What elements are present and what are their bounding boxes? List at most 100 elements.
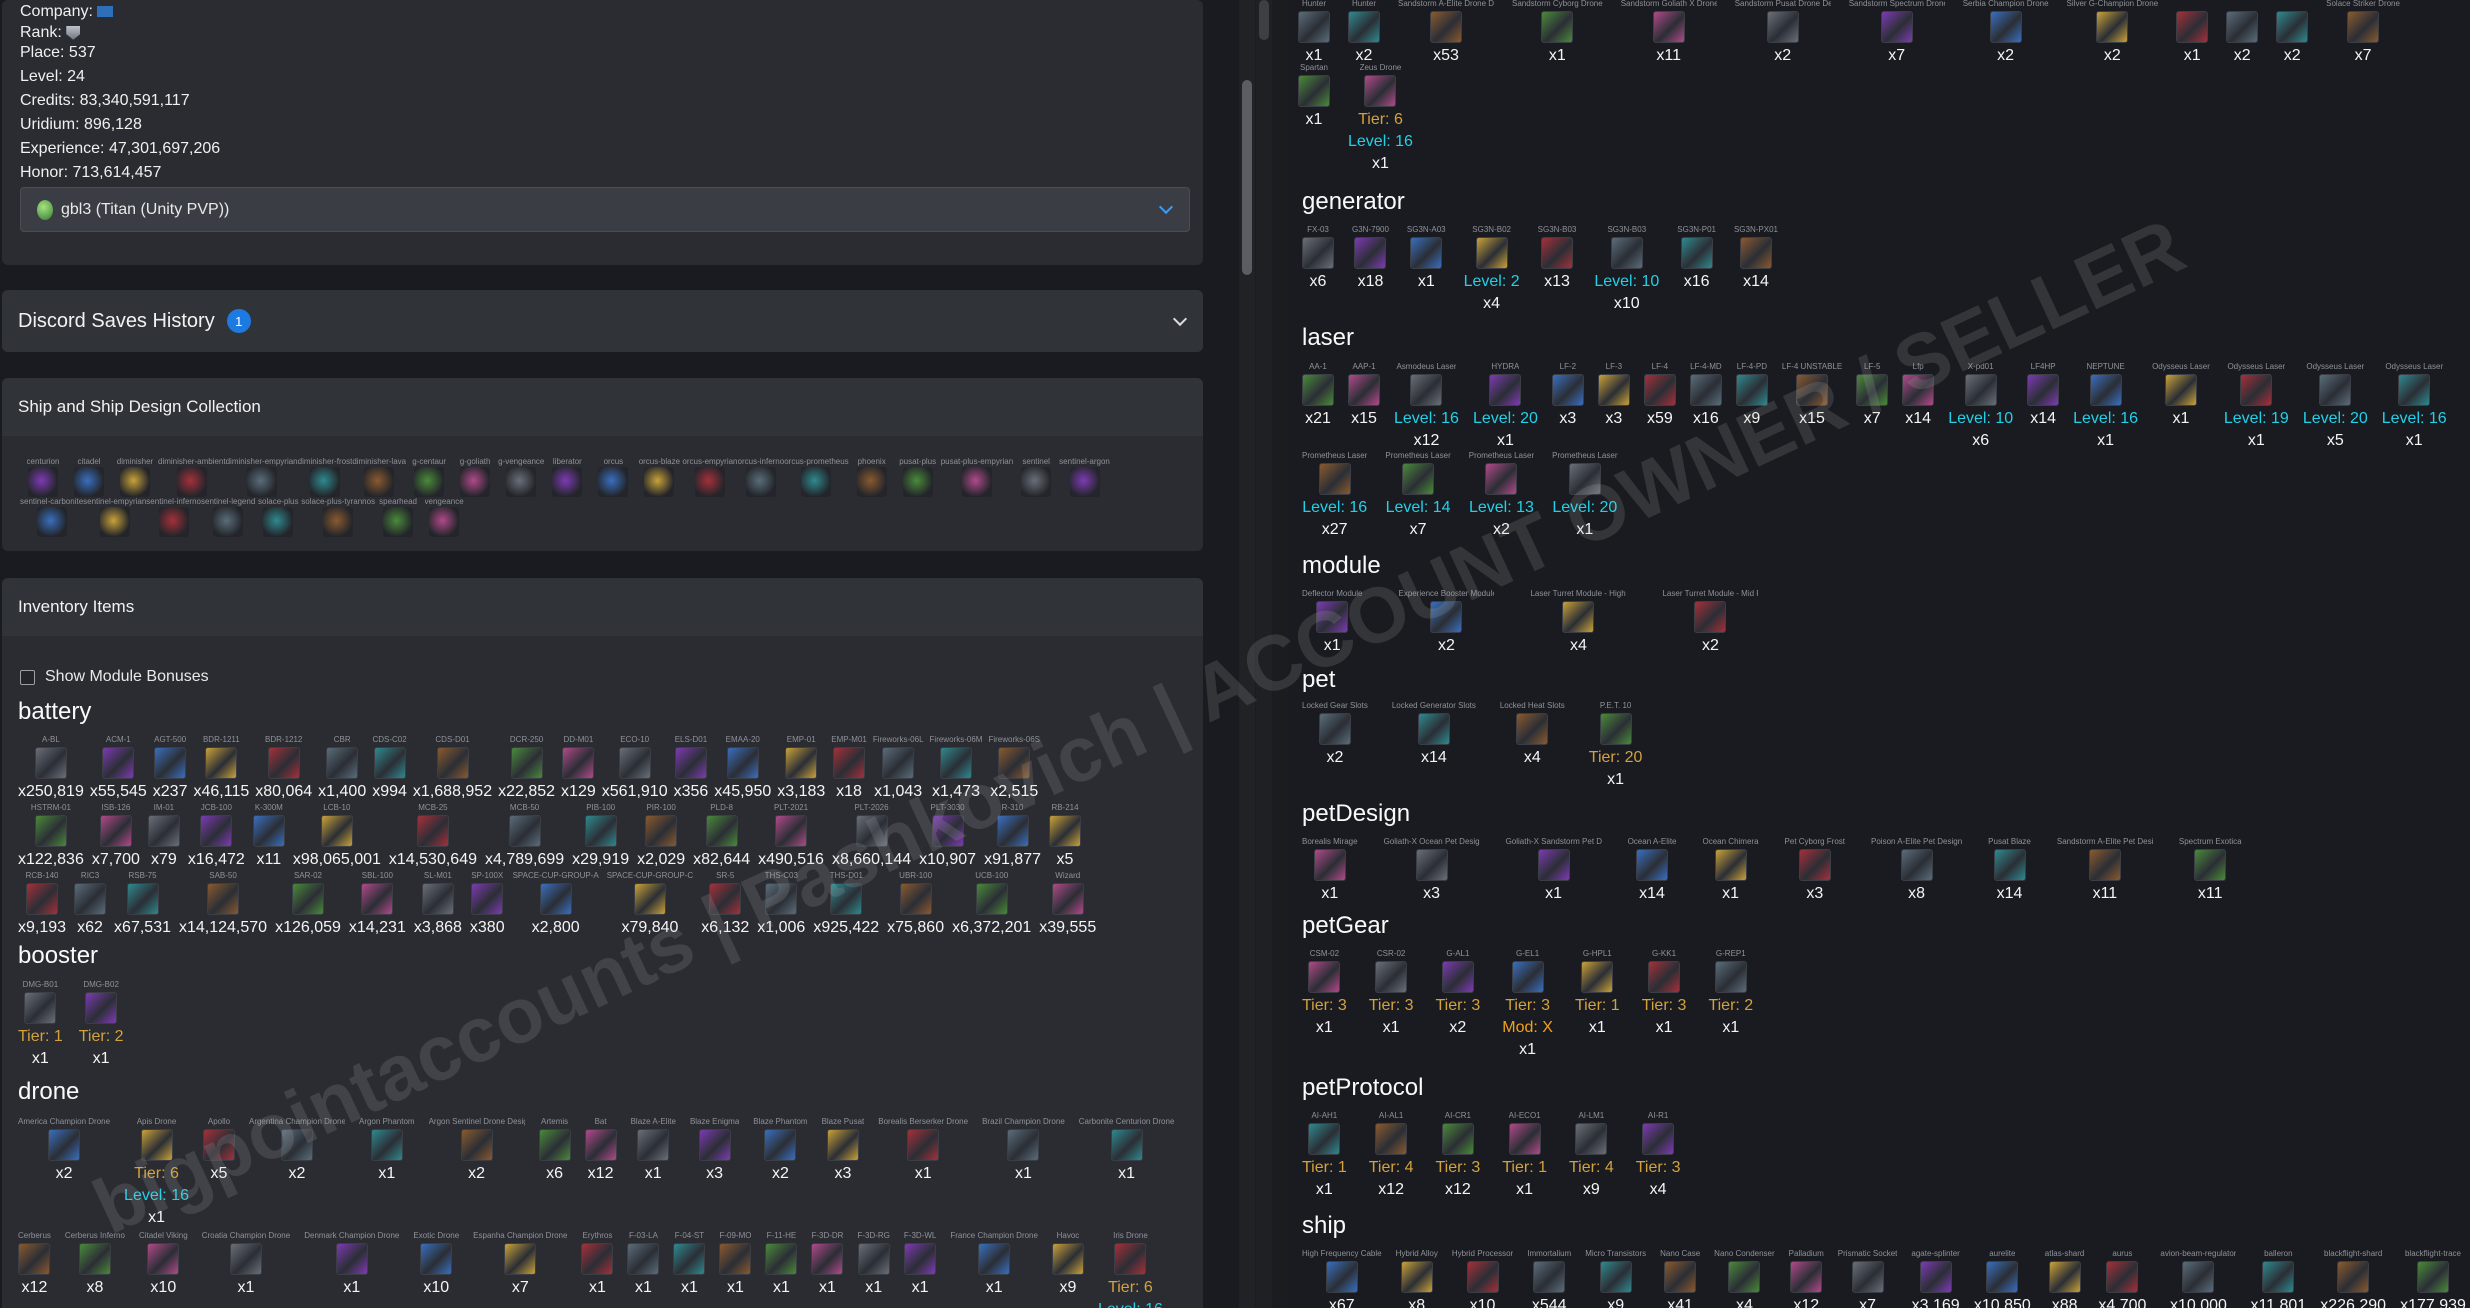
inventory-item[interactable]: G-AL1 Tier: 3 x2 [1436, 948, 1481, 1039]
inventory-item[interactable]: Solace Striker Drone x7 [2326, 0, 2400, 67]
divider-scrollbar[interactable] [1256, 0, 1272, 1308]
inventory-item[interactable]: PIR-100 x2,029 [637, 802, 685, 871]
ship-design-item[interactable]: orcus [590, 456, 636, 497]
inventory-item[interactable]: AI-ECO1 Tier: 1 x1 [1502, 1110, 1547, 1201]
inventory-item[interactable]: Havoc x9 [1051, 1230, 1084, 1299]
inventory-item[interactable]: HYDRA Level: 20 x1 [1473, 361, 1538, 452]
inventory-item[interactable]: America Champion Drone x2 [18, 1116, 110, 1185]
inventory-item[interactable]: ISB-126 x7,700 [92, 802, 140, 871]
inventory-item[interactable]: THS-D01 x925,422 [813, 870, 879, 939]
inventory-item[interactable]: AGT-500 x237 [153, 734, 188, 803]
inventory-item[interactable]: Locked Gear Slots x2 [1302, 700, 1368, 769]
inventory-item[interactable]: HSTRM-01 x122,836 [18, 802, 84, 871]
inventory-item[interactable]: F-3D-DR x1 [811, 1230, 844, 1299]
ship-design-item[interactable]: pusat-plus-empyrian [941, 456, 1013, 497]
inventory-item[interactable]: Laser Turret Module - Mid Range x2 [1662, 588, 1758, 657]
inventory-item[interactable]: Croatia Champion Drone x1 [202, 1230, 291, 1299]
inventory-item[interactable]: Silver G-Champion Drone x2 [2067, 0, 2159, 67]
inventory-item[interactable]: AI-AL1 Tier: 4 x12 [1369, 1110, 1414, 1201]
inventory-item[interactable]: Odysseus Laser x1 [2152, 361, 2210, 430]
inventory-item[interactable]: BDR-1211 x46,115 [193, 734, 249, 803]
module-bonus-toggle[interactable]: Show Module Bonuses [20, 668, 209, 686]
ship-design-item[interactable]: vengeance [421, 496, 467, 537]
ship-design-item[interactable]: g-goliath [452, 456, 498, 497]
inventory-item[interactable]: Nano Condenser x4 [1714, 1248, 1774, 1308]
inventory-item[interactable]: balleron x11,801 [2250, 1248, 2306, 1308]
ship-design-item[interactable]: sentinel-legend [201, 496, 255, 537]
inventory-item[interactable]: Spartan x1 [1298, 62, 1330, 131]
inventory-item[interactable]: PLT-2026 x8,660,144 [832, 802, 911, 871]
ship-design-item[interactable]: centurion [20, 456, 66, 497]
inventory-item[interactable]: A-BL x250,819 [18, 734, 84, 803]
inventory-item[interactable]: Argon Phantom x1 [359, 1116, 415, 1185]
inventory-item[interactable]: Fireworks-06S x2,515 [988, 734, 1040, 803]
inventory-item[interactable]: Prometheus Laser Level: 14 x7 [1385, 450, 1450, 541]
inventory-item[interactable]: EMP-01 x3,183 [777, 734, 825, 803]
inventory-item[interactable]: blackflight-shard x226,290 [2320, 1248, 2386, 1308]
inventory-item[interactable]: Argentina Champion Drone x2 [249, 1116, 345, 1185]
inventory-item[interactable]: LF-4 x59 [1643, 361, 1676, 430]
inventory-item[interactable]: Pusat Blaze x14 [1988, 836, 2031, 905]
ship-design-item[interactable]: diminisher-ambient [158, 456, 226, 497]
inventory-item[interactable]: Hunter x2 [1348, 0, 1380, 67]
ship-design-item[interactable]: sentinel-empyrian [83, 496, 146, 537]
inventory-item[interactable]: Odysseus Laser Level: 16 x1 [2382, 361, 2447, 452]
ship-design-item[interactable]: pusat-plus [895, 456, 941, 497]
ship-design-item[interactable]: sentinel-argon [1059, 456, 1110, 497]
inventory-item[interactable]: Micro Transistors x9 [1585, 1248, 1646, 1308]
inventory-item[interactable]: aurus x4,700 [2098, 1248, 2146, 1308]
inventory-item[interactable]: Sandstorm Cyborg Drone x1 [1512, 0, 1603, 67]
ship-design-item[interactable]: orcus-empyrian [682, 456, 738, 497]
inventory-item[interactable]: RCB-140 x9,193 [18, 870, 66, 939]
inventory-item[interactable]: Exotic Drone x10 [413, 1230, 459, 1299]
inventory-item[interactable]: SAB-50 x14,124,570 [179, 870, 267, 939]
inventory-item[interactable]: IM-01 x79 [147, 802, 180, 871]
ship-design-item[interactable]: diminisher [112, 456, 158, 497]
ship-design-item[interactable]: g-vengeance [498, 456, 544, 497]
inventory-item[interactable]: PLT-2021 x490,516 [758, 802, 824, 871]
inventory-item[interactable]: Blaze Pusat x3 [822, 1116, 865, 1185]
discord-card[interactable]: Discord Saves History 1 [2, 290, 1203, 352]
inventory-item[interactable]: LCB-10 x98,065,001 [293, 802, 381, 871]
inventory-item[interactable]: SAR-02 x126,059 [275, 870, 341, 939]
inventory-item[interactable]: Apis Drone Tier: 6 Level: 16 x1 [124, 1116, 189, 1229]
inventory-item[interactable]: x2 [2226, 0, 2259, 67]
inventory-item[interactable]: Prometheus Laser Level: 16 x27 [1302, 450, 1367, 541]
inventory-item[interactable]: JCB-100 x16,472 [188, 802, 245, 871]
inventory-item[interactable]: Sandstorm Pusat Drone Design x2 [1735, 0, 1831, 67]
inventory-item[interactable]: F-04-ST x1 [673, 1230, 706, 1299]
server-select[interactable]: gbl3 (Titan (Unity PVP)) [20, 187, 1190, 232]
inventory-item[interactable]: Hunter x1 [1298, 0, 1330, 67]
inventory-item[interactable]: Experience Booster Module x2 [1398, 588, 1494, 657]
inventory-item[interactable]: Sandstorm Spectrum Drone Design x7 [1849, 0, 1945, 67]
inventory-item[interactable]: F-3D-WL x1 [904, 1230, 936, 1299]
inventory-item[interactable]: CSR-02 Tier: 3 x1 [1369, 948, 1414, 1039]
inventory-item[interactable]: LF4HP x14 [2027, 361, 2060, 430]
inventory-item[interactable]: P.E.T. 10 Tier: 20 x1 [1589, 700, 1643, 791]
inventory-item[interactable]: CBR x1,400 [318, 734, 366, 803]
inventory-item[interactable]: Ocean Chimera x1 [1703, 836, 1759, 905]
inventory-item[interactable]: PIB-100 x29,919 [572, 802, 629, 871]
inventory-item[interactable]: G-KK1 Tier: 3 x1 [1642, 948, 1687, 1039]
module-bonus-checkbox[interactable] [20, 669, 35, 685]
inventory-item[interactable]: Artemis x6 [538, 1116, 571, 1185]
inventory-item[interactable]: Nano Case x41 [1660, 1248, 1700, 1308]
inventory-item[interactable]: G-REP1 Tier: 2 x1 [1708, 948, 1753, 1039]
inventory-item[interactable]: SG3N-B02 Level: 2 x4 [1464, 224, 1520, 315]
inventory-item[interactable]: PLD-8 x82,644 [693, 802, 750, 871]
inventory-item[interactable]: RB-214 x5 [1049, 802, 1081, 871]
inventory-item[interactable]: LF-4-PD x9 [1735, 361, 1768, 430]
inventory-item[interactable]: aurelite x10,850 [1974, 1248, 2031, 1308]
ship-design-item[interactable]: g-centaur [406, 456, 452, 497]
inventory-item[interactable]: Sandstorm A-Elite Drone Design x53 [1398, 0, 1494, 67]
inventory-item[interactable]: Borealis Mirage x1 [1302, 836, 1358, 905]
inventory-item[interactable]: Hybrid Processor x10 [1452, 1248, 1513, 1308]
inventory-item[interactable]: EMP-M01 x18 [831, 734, 867, 803]
inventory-item[interactable]: DMG-B01 Tier: 1 x1 [18, 979, 63, 1070]
ship-design-item[interactable]: solace-plus [255, 496, 301, 537]
inventory-item[interactable]: Odysseus Laser Level: 19 x1 [2224, 361, 2289, 452]
inventory-item[interactable]: SPACE-CUP-GROUP-A x2,800 [513, 870, 599, 939]
ship-design-item[interactable]: citadel [66, 456, 112, 497]
ship-design-item[interactable]: orcus-inferno [738, 456, 784, 497]
inventory-item[interactable]: SG3N-A03 x1 [1407, 224, 1446, 293]
